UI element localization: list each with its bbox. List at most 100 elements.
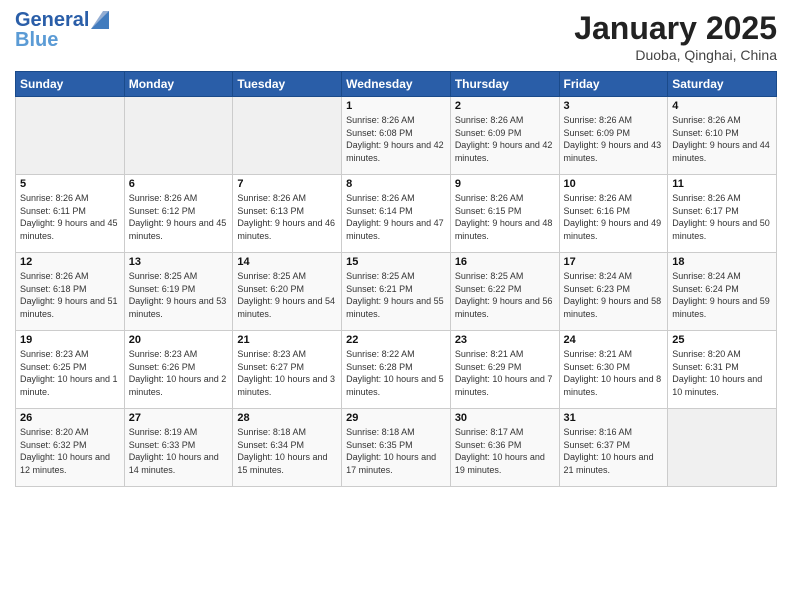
cell-info: Sunrise: 8:23 AMSunset: 6:27 PMDaylight:… — [237, 348, 337, 398]
logo-blue: Blue — [15, 30, 109, 50]
cell-4-4: 30 Sunrise: 8:17 AMSunset: 6:36 PMDaylig… — [450, 409, 559, 487]
day-number: 28 — [237, 412, 337, 424]
cell-3-0: 19 Sunrise: 8:23 AMSunset: 6:25 PMDaylig… — [16, 331, 125, 409]
cell-0-2 — [233, 97, 342, 175]
calendar-subtitle: Duoba, Qinghai, China — [574, 47, 777, 63]
logo: General Blue — [15, 10, 109, 50]
day-number: 23 — [455, 334, 555, 346]
cell-info: Sunrise: 8:21 AMSunset: 6:29 PMDaylight:… — [455, 348, 555, 398]
cell-2-5: 17 Sunrise: 8:24 AMSunset: 6:23 PMDaylig… — [559, 253, 668, 331]
cell-3-2: 21 Sunrise: 8:23 AMSunset: 6:27 PMDaylig… — [233, 331, 342, 409]
col-friday: Friday — [559, 72, 668, 97]
cell-info: Sunrise: 8:25 AMSunset: 6:21 PMDaylight:… — [346, 270, 446, 320]
day-number: 25 — [672, 334, 772, 346]
day-number: 14 — [237, 256, 337, 268]
week-row-4: 26 Sunrise: 8:20 AMSunset: 6:32 PMDaylig… — [16, 409, 777, 487]
day-number: 26 — [20, 412, 120, 424]
cell-info: Sunrise: 8:26 AMSunset: 6:08 PMDaylight:… — [346, 114, 446, 164]
cell-1-5: 10 Sunrise: 8:26 AMSunset: 6:16 PMDaylig… — [559, 175, 668, 253]
cell-3-5: 24 Sunrise: 8:21 AMSunset: 6:30 PMDaylig… — [559, 331, 668, 409]
header-row: Sunday Monday Tuesday Wednesday Thursday… — [16, 72, 777, 97]
week-row-3: 19 Sunrise: 8:23 AMSunset: 6:25 PMDaylig… — [16, 331, 777, 409]
day-number: 13 — [129, 256, 229, 268]
day-number: 7 — [237, 178, 337, 190]
day-number: 9 — [455, 178, 555, 190]
cell-info: Sunrise: 8:26 AMSunset: 6:11 PMDaylight:… — [20, 192, 120, 242]
cell-2-3: 15 Sunrise: 8:25 AMSunset: 6:21 PMDaylig… — [342, 253, 451, 331]
cell-4-1: 27 Sunrise: 8:19 AMSunset: 6:33 PMDaylig… — [124, 409, 233, 487]
col-saturday: Saturday — [668, 72, 777, 97]
day-number: 1 — [346, 100, 446, 112]
cell-info: Sunrise: 8:26 AMSunset: 6:12 PMDaylight:… — [129, 192, 229, 242]
cell-info: Sunrise: 8:25 AMSunset: 6:20 PMDaylight:… — [237, 270, 337, 320]
cell-info: Sunrise: 8:26 AMSunset: 6:14 PMDaylight:… — [346, 192, 446, 242]
cell-2-4: 16 Sunrise: 8:25 AMSunset: 6:22 PMDaylig… — [450, 253, 559, 331]
day-number: 15 — [346, 256, 446, 268]
cell-3-1: 20 Sunrise: 8:23 AMSunset: 6:26 PMDaylig… — [124, 331, 233, 409]
cell-0-1 — [124, 97, 233, 175]
page: General Blue January 2025 Duoba, Qinghai… — [0, 0, 792, 612]
cell-info: Sunrise: 8:26 AMSunset: 6:10 PMDaylight:… — [672, 114, 772, 164]
cell-4-0: 26 Sunrise: 8:20 AMSunset: 6:32 PMDaylig… — [16, 409, 125, 487]
week-row-2: 12 Sunrise: 8:26 AMSunset: 6:18 PMDaylig… — [16, 253, 777, 331]
cell-info: Sunrise: 8:23 AMSunset: 6:25 PMDaylight:… — [20, 348, 120, 398]
cell-info: Sunrise: 8:26 AMSunset: 6:09 PMDaylight:… — [455, 114, 555, 164]
cell-4-2: 28 Sunrise: 8:18 AMSunset: 6:34 PMDaylig… — [233, 409, 342, 487]
day-number: 18 — [672, 256, 772, 268]
col-wednesday: Wednesday — [342, 72, 451, 97]
col-thursday: Thursday — [450, 72, 559, 97]
cell-info: Sunrise: 8:26 AMSunset: 6:17 PMDaylight:… — [672, 192, 772, 242]
cell-2-6: 18 Sunrise: 8:24 AMSunset: 6:24 PMDaylig… — [668, 253, 777, 331]
day-number: 11 — [672, 178, 772, 190]
col-sunday: Sunday — [16, 72, 125, 97]
cell-1-6: 11 Sunrise: 8:26 AMSunset: 6:17 PMDaylig… — [668, 175, 777, 253]
day-number: 4 — [672, 100, 772, 112]
cell-info: Sunrise: 8:26 AMSunset: 6:09 PMDaylight:… — [564, 114, 664, 164]
cell-info: Sunrise: 8:26 AMSunset: 6:18 PMDaylight:… — [20, 270, 120, 320]
day-number: 2 — [455, 100, 555, 112]
day-number: 22 — [346, 334, 446, 346]
day-number: 17 — [564, 256, 664, 268]
day-number: 27 — [129, 412, 229, 424]
col-tuesday: Tuesday — [233, 72, 342, 97]
day-number: 6 — [129, 178, 229, 190]
cell-info: Sunrise: 8:17 AMSunset: 6:36 PMDaylight:… — [455, 426, 555, 476]
cell-info: Sunrise: 8:24 AMSunset: 6:23 PMDaylight:… — [564, 270, 664, 320]
cell-0-0 — [16, 97, 125, 175]
day-number: 29 — [346, 412, 446, 424]
cell-info: Sunrise: 8:25 AMSunset: 6:19 PMDaylight:… — [129, 270, 229, 320]
cell-0-6: 4 Sunrise: 8:26 AMSunset: 6:10 PMDayligh… — [668, 97, 777, 175]
cell-0-4: 2 Sunrise: 8:26 AMSunset: 6:09 PMDayligh… — [450, 97, 559, 175]
cell-info: Sunrise: 8:22 AMSunset: 6:28 PMDaylight:… — [346, 348, 446, 398]
day-number: 16 — [455, 256, 555, 268]
day-number: 19 — [20, 334, 120, 346]
cell-3-6: 25 Sunrise: 8:20 AMSunset: 6:31 PMDaylig… — [668, 331, 777, 409]
logo-icon — [91, 11, 109, 29]
cell-1-3: 8 Sunrise: 8:26 AMSunset: 6:14 PMDayligh… — [342, 175, 451, 253]
cell-info: Sunrise: 8:18 AMSunset: 6:35 PMDaylight:… — [346, 426, 446, 476]
week-row-1: 5 Sunrise: 8:26 AMSunset: 6:11 PMDayligh… — [16, 175, 777, 253]
header: General Blue January 2025 Duoba, Qinghai… — [15, 10, 777, 63]
cell-1-2: 7 Sunrise: 8:26 AMSunset: 6:13 PMDayligh… — [233, 175, 342, 253]
title-block: January 2025 Duoba, Qinghai, China — [574, 10, 777, 63]
cell-info: Sunrise: 8:19 AMSunset: 6:33 PMDaylight:… — [129, 426, 229, 476]
calendar-body: 1 Sunrise: 8:26 AMSunset: 6:08 PMDayligh… — [16, 97, 777, 487]
cell-info: Sunrise: 8:26 AMSunset: 6:13 PMDaylight:… — [237, 192, 337, 242]
cell-0-3: 1 Sunrise: 8:26 AMSunset: 6:08 PMDayligh… — [342, 97, 451, 175]
day-number: 20 — [129, 334, 229, 346]
col-monday: Monday — [124, 72, 233, 97]
cell-info: Sunrise: 8:21 AMSunset: 6:30 PMDaylight:… — [564, 348, 664, 398]
cell-info: Sunrise: 8:18 AMSunset: 6:34 PMDaylight:… — [237, 426, 337, 476]
day-number: 21 — [237, 334, 337, 346]
cell-4-5: 31 Sunrise: 8:16 AMSunset: 6:37 PMDaylig… — [559, 409, 668, 487]
cell-2-0: 12 Sunrise: 8:26 AMSunset: 6:18 PMDaylig… — [16, 253, 125, 331]
day-number: 30 — [455, 412, 555, 424]
day-number: 24 — [564, 334, 664, 346]
cell-2-1: 13 Sunrise: 8:25 AMSunset: 6:19 PMDaylig… — [124, 253, 233, 331]
week-row-0: 1 Sunrise: 8:26 AMSunset: 6:08 PMDayligh… — [16, 97, 777, 175]
calendar-table: Sunday Monday Tuesday Wednesday Thursday… — [15, 71, 777, 487]
cell-3-3: 22 Sunrise: 8:22 AMSunset: 6:28 PMDaylig… — [342, 331, 451, 409]
logo-general: General — [15, 10, 89, 30]
cell-1-0: 5 Sunrise: 8:26 AMSunset: 6:11 PMDayligh… — [16, 175, 125, 253]
day-number: 3 — [564, 100, 664, 112]
